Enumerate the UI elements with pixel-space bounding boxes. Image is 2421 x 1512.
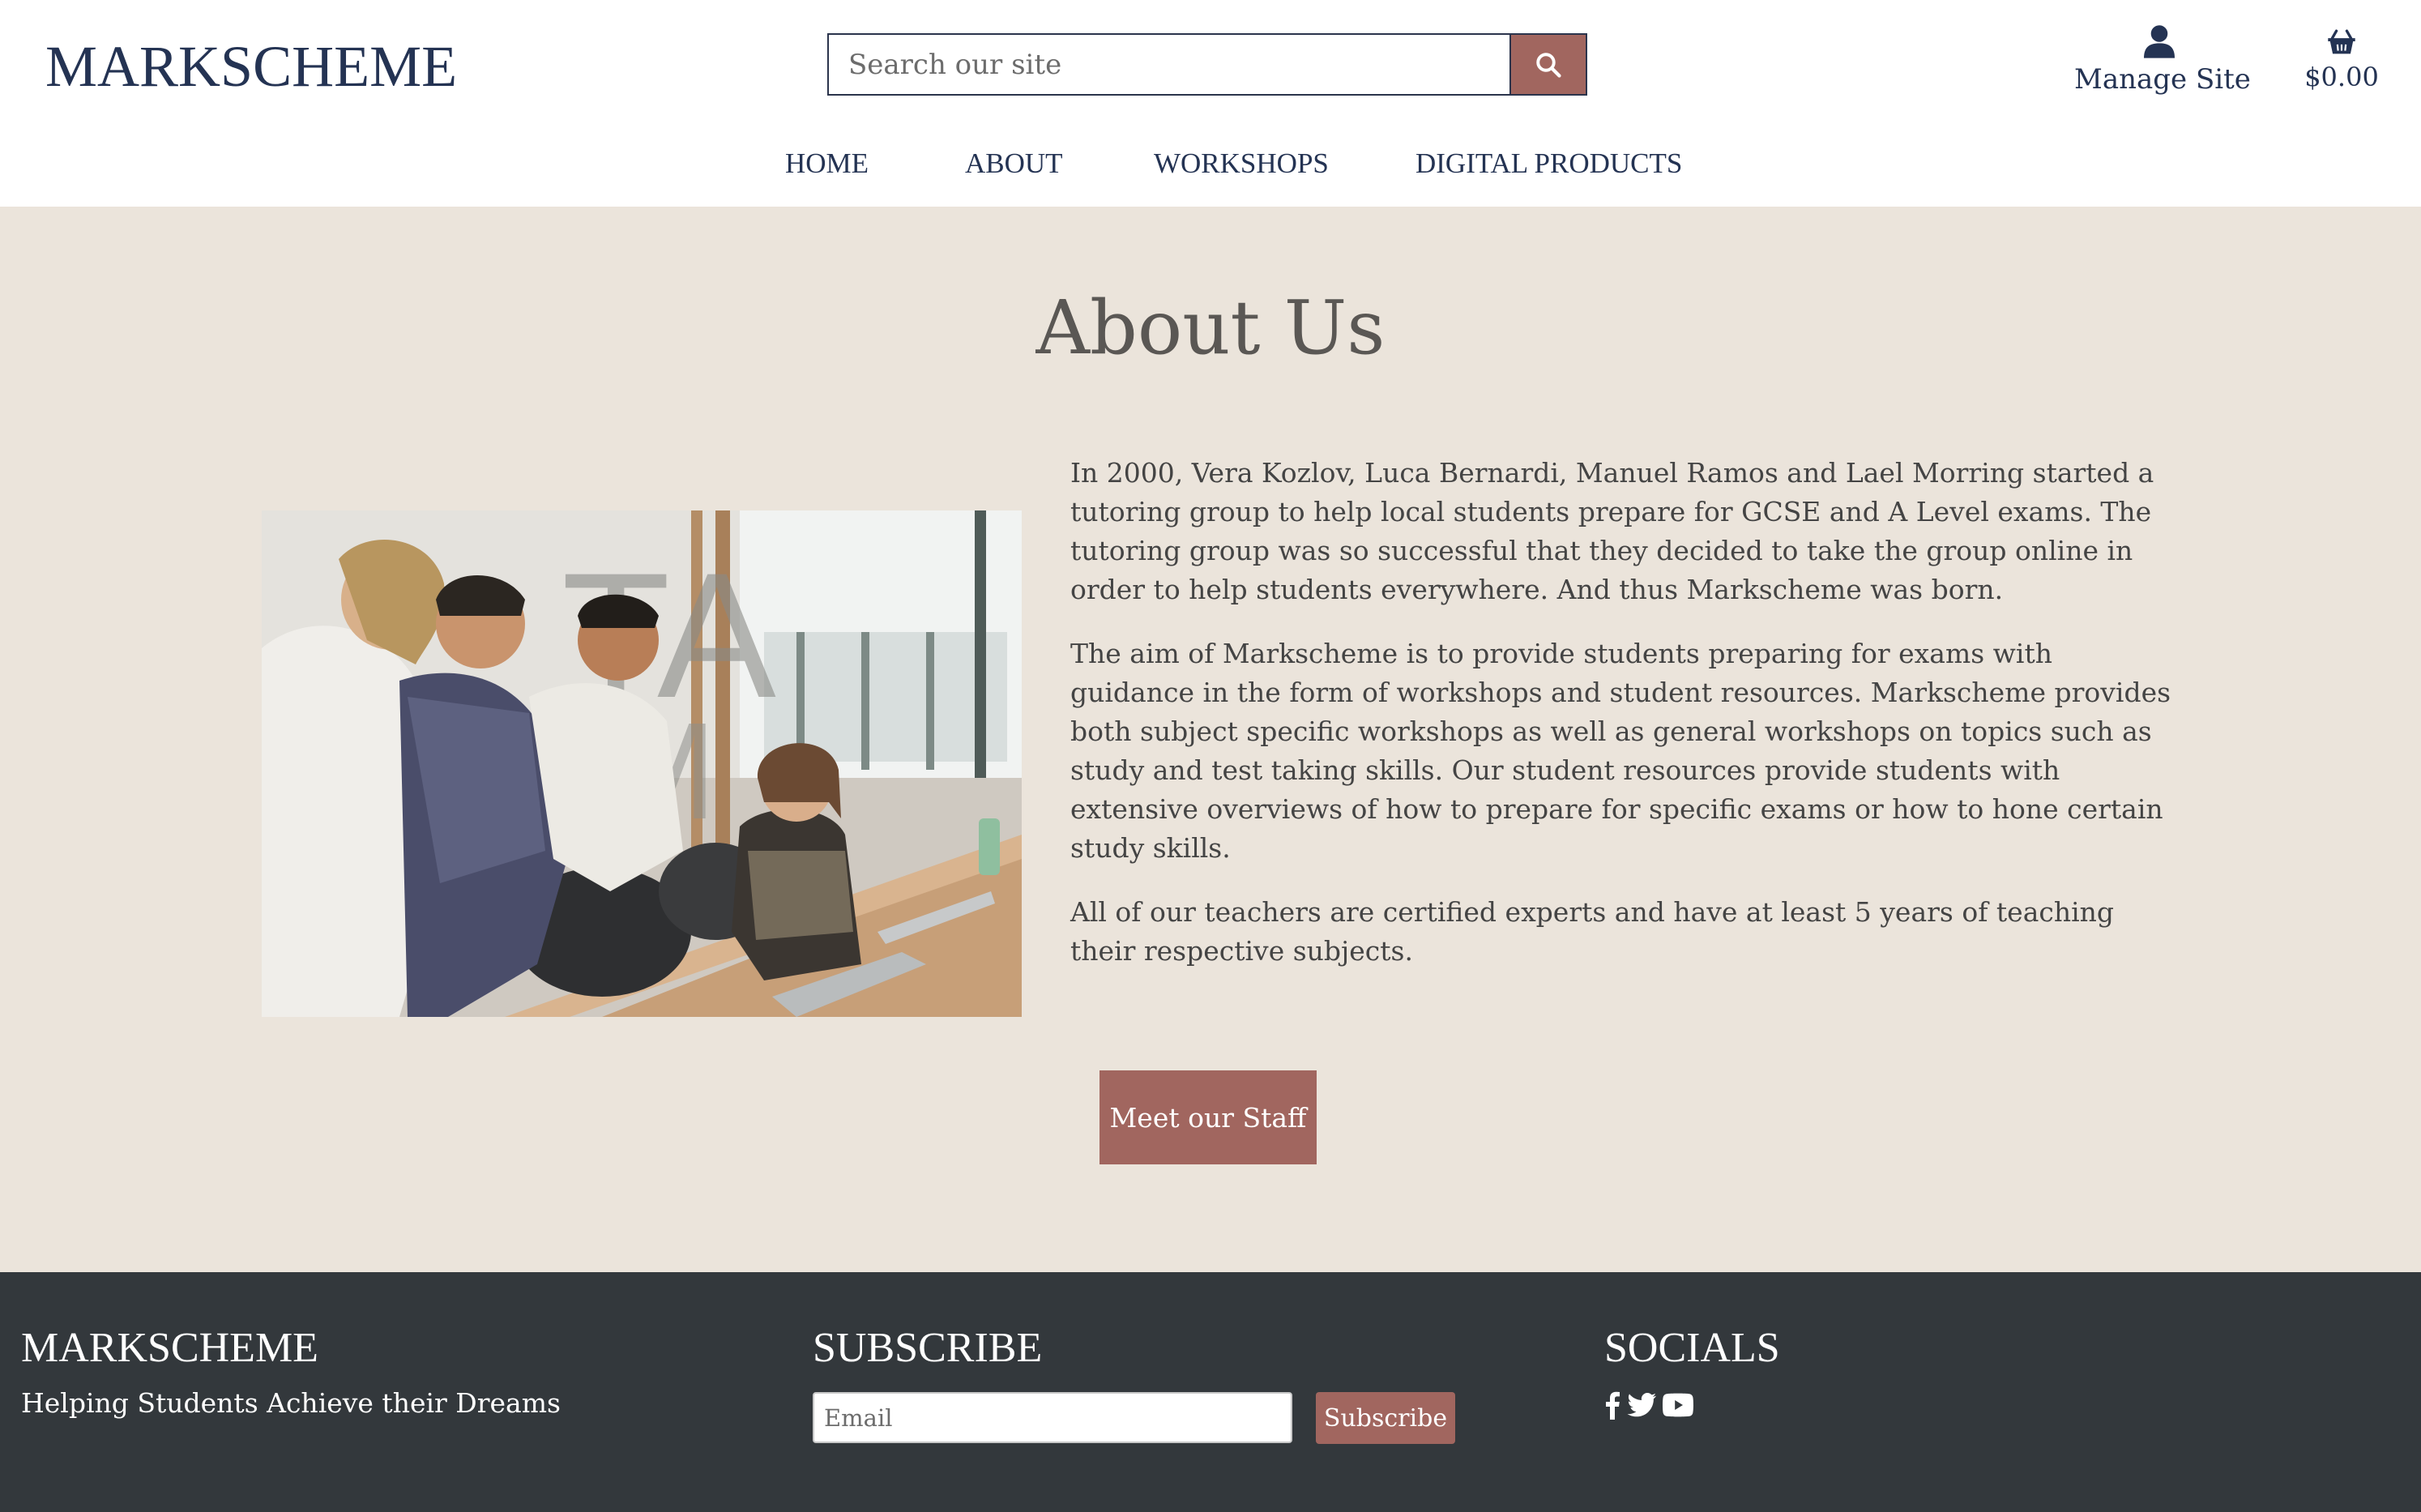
footer-tagline: Helping Students Achieve their Dreams (21, 1387, 561, 1419)
search-input[interactable] (827, 33, 1511, 96)
manage-site-label: Manage Site (2074, 63, 2251, 96)
about-text: In 2000, Vera Kozlov, Luca Bernardi, Man… (1070, 454, 2172, 996)
twitter-icon[interactable] (1627, 1392, 1656, 1418)
nav-item-digital-products[interactable]: DIGITAL PRODUCTS (1415, 144, 1682, 183)
search-form (827, 33, 1587, 96)
page-title: About Us (1035, 284, 1386, 371)
search-icon (1536, 52, 1561, 78)
about-paragraph-teachers: All of our teachers are certified expert… (1070, 896, 2115, 967)
subscribe-heading: SUBSCRIBE (813, 1325, 1043, 1371)
about-section: About Us TA M (0, 207, 2421, 1272)
subscribe-button[interactable]: Subscribe (1316, 1392, 1455, 1444)
nav-item-about[interactable]: ABOUT (965, 144, 1063, 183)
about-paragraph-history: In 2000, Vera Kozlov, Luca Bernardi, Man… (1070, 457, 2154, 605)
email-field[interactable] (813, 1392, 1292, 1443)
site-footer: MARKSCHEME Helping Students Achieve thei… (0, 1272, 2421, 1512)
site-header: MARKSCHEME Manage Site $0.00 HOME AB (0, 0, 2421, 207)
nav-item-workshops[interactable]: WORKSHOPS (1154, 144, 1329, 183)
search-button[interactable] (1509, 33, 1587, 96)
manage-site-link[interactable]: Manage Site (2074, 24, 2251, 96)
youtube-icon[interactable] (1663, 1393, 1693, 1417)
site-logo[interactable]: MARKSCHEME (45, 31, 457, 102)
cart-link[interactable]: $0.00 (2293, 28, 2390, 92)
cart-total: $0.00 (2304, 62, 2379, 92)
meet-staff-button[interactable]: Meet our Staff (1099, 1070, 1317, 1164)
social-links (1604, 1389, 1693, 1421)
facebook-icon[interactable] (1604, 1390, 1620, 1420)
main-nav: HOME ABOUT WORKSHOPS DIGITAL PRODUCTS (0, 144, 2421, 183)
footer-brand: MARKSCHEME (21, 1325, 318, 1371)
nav-item-home[interactable]: HOME (785, 144, 869, 183)
about-paragraph-aim: The aim of Markscheme is to provide stud… (1070, 638, 2171, 864)
user-icon (2144, 25, 2175, 58)
team-photo: TA M (262, 510, 1022, 1017)
socials-heading: SOCIALS (1604, 1325, 1780, 1371)
basket-icon (2328, 29, 2355, 54)
